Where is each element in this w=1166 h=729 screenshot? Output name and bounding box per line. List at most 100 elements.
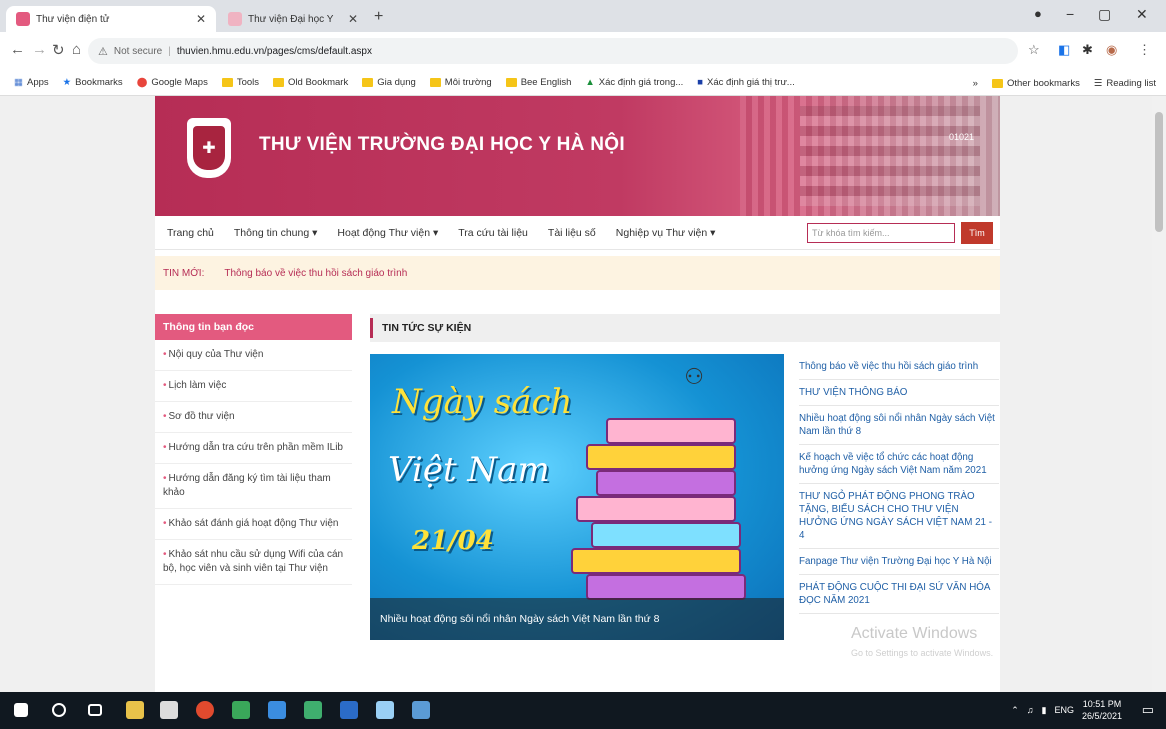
sidebar-item-khao-sat-wifi[interactable]: • Khảo sát nhu cầu sử dụng Wifi của cán b… <box>155 540 352 585</box>
news-item[interactable]: Thông báo về việc thu hồi sách giáo trìn… <box>799 354 999 380</box>
book <box>586 444 736 470</box>
news-item[interactable]: THƯ NGỎ PHÁT ĐỘNG PHONG TRÀO TẶNG, BIẾU … <box>799 484 999 549</box>
minimize-button[interactable]: − <box>1066 6 1074 22</box>
address-bar[interactable]: ⚠ Not secure | thuvien.hmu.edu.vn/pages/… <box>88 38 1018 64</box>
bookmark-xac-dinh-gia-thi-truong[interactable]: ■ Xác định giá thị trư... <box>697 77 794 88</box>
forward-arrow-icon[interactable]: → <box>32 41 47 58</box>
new-tab-button[interactable]: + <box>374 8 383 26</box>
bookmark-label: Google Maps <box>151 77 208 88</box>
clock[interactable]: 10:51 PM 26/5/2021 <box>1082 698 1122 722</box>
bookmark-gia-dung[interactable]: Gia dụng <box>362 77 416 88</box>
warning-icon[interactable]: ⚠ <box>98 45 108 58</box>
bookmark-moi-truong[interactable]: Môi trường <box>429 77 492 88</box>
book <box>571 548 741 574</box>
news-ticker-link[interactable]: Thông báo về việc thu hồi sách giáo trìn… <box>224 268 407 279</box>
avatar-icon[interactable]: ◉ <box>1106 42 1117 58</box>
tab-library-ebook[interactable]: Thư viện điện tử ✕ <box>6 6 216 32</box>
sidebar-item-khao-sat-hoat-dong[interactable]: • Khảo sát đánh giá hoạt động Thư viện <box>155 509 352 540</box>
notification-icon[interactable]: ▭ <box>1142 702 1154 718</box>
close-window-button[interactable]: ✕ <box>1136 6 1148 23</box>
back-arrow-icon[interactable]: ← <box>10 41 25 58</box>
separator: | <box>168 45 171 57</box>
nav-thong-tin-chung[interactable]: Thông tin chung ▾ <box>234 227 318 239</box>
banner-title-line1: Ngày sách <box>392 382 573 422</box>
site-title[interactable]: THƯ VIỆN TRƯỜNG ĐẠI HỌC Y HÀ NỘI <box>259 134 625 156</box>
network-icon[interactable]: ▮ <box>1041 705 1046 716</box>
bookmark-google-maps[interactable]: ⬤ Google Maps <box>137 77 208 88</box>
folder-icon <box>991 78 1003 88</box>
search-icon[interactable] <box>52 703 66 717</box>
reading-list[interactable]: ☰ Reading list <box>1094 78 1156 89</box>
more-bookmarks-icon[interactable]: » <box>973 78 978 89</box>
nav-trang-chu[interactable]: Trang chủ <box>167 227 214 239</box>
main-nav: Trang chủ Thông tin chung ▾ Hoạt động Th… <box>155 216 1000 250</box>
news-item[interactable]: PHÁT ĐỘNG CUỘC THI ĐẠI SỨ VĂN HÓA ĐỌC NĂ… <box>799 575 999 614</box>
clock-time: 10:51 PM <box>1082 699 1122 709</box>
app-icon[interactable] <box>340 701 358 719</box>
close-tab-icon[interactable]: ✕ <box>196 12 206 26</box>
nav-hoat-dong-thu-vien[interactable]: Hoạt động Thư viện ▾ <box>337 227 438 239</box>
folder-icon <box>505 78 517 87</box>
maximize-button[interactable]: ▢ <box>1098 6 1111 23</box>
app-icon[interactable] <box>376 701 394 719</box>
map-pin-icon: ⬤ <box>136 77 148 88</box>
bullet-icon: • <box>163 473 167 484</box>
menu-icon[interactable]: ⋮ <box>1138 42 1151 58</box>
bookmarks-bar: ▦ Apps ★ Bookmarks ⬤ Google Maps Tools Old … <box>0 70 1166 96</box>
home-icon[interactable]: ⌂ <box>72 41 81 58</box>
tab-library-hmu[interactable]: Thư viện Đại học Y ✕ <box>218 6 368 32</box>
app-icon[interactable] <box>304 701 322 719</box>
bookmark-xac-dinh-gia-trong[interactable]: ▲ Xác định giá trong... <box>585 77 683 88</box>
nav-tai-lieu-so[interactable]: Tài liệu số <box>548 227 596 239</box>
task-view-icon[interactable] <box>88 704 102 716</box>
bookmark-label: Other bookmarks <box>1006 77 1080 89</box>
sidebar-item-dang-ky-tim-tai-lieu[interactable]: • Hướng dẫn đăng ký tìm tài liệu tham khả… <box>155 464 352 509</box>
scrollbar-thumb[interactable] <box>1155 112 1163 232</box>
nav-tra-cuu-tai-lieu[interactable]: Tra cứu tài liệu <box>458 227 528 239</box>
app-icon[interactable] <box>232 701 250 719</box>
speaker-icon[interactable]: ♫ <box>1027 705 1034 715</box>
star-icon[interactable]: ☆ <box>1028 42 1040 58</box>
featured-news-banner[interactable]: Ngày sách Việt Nam 21/04 ⚇ Nhiều hoạt độ… <box>370 354 784 640</box>
sidebar-heading: Thông tin bạn đọc <box>155 314 352 340</box>
bookmarks-right: » Other bookmarks ☰ Reading list <box>973 70 1156 95</box>
search-input[interactable]: Từ khóa tìm kiếm... <box>807 223 955 243</box>
activation-watermark: Activate Windows <box>851 625 978 642</box>
bookmark-tools[interactable]: Tools <box>221 77 259 88</box>
system-tray: ⌃ ♫ ▮ ENG 10:51 PM 26/5/2021 <box>1011 698 1122 722</box>
chrome-icon[interactable] <box>196 701 214 719</box>
bookmark-old-bookmark[interactable]: Old Bookmark <box>273 77 348 88</box>
puzzle-icon[interactable]: ✱ <box>1082 42 1093 58</box>
mail-icon[interactable] <box>160 701 178 719</box>
sidebar-item-so-do[interactable]: • Sơ đồ thư viện <box>155 402 352 433</box>
app-icon[interactable] <box>412 701 430 719</box>
search-button[interactable]: Tìm <box>961 222 993 244</box>
banner-caption[interactable]: Nhiều hoạt động sôi nổi nhân Ngày sách V… <box>370 598 784 640</box>
sidebar-item-lich-lam-viec[interactable]: • Lịch làm việc <box>155 371 352 402</box>
sidebar-item-huong-dan-tra-cuu[interactable]: • Hướng dẫn tra cứu trên phần mềm ILib <box>155 433 352 464</box>
lang-indicator[interactable]: ENG <box>1054 705 1074 715</box>
close-tab-icon[interactable]: ✕ <box>348 12 358 26</box>
extension-icon[interactable]: ◧ <box>1058 42 1070 58</box>
bookmark-bookmarks[interactable]: ★ Bookmarks <box>63 77 123 88</box>
bookmark-apps[interactable]: ▦ Apps <box>14 77 49 88</box>
university-logo[interactable]: ✚ <box>187 118 231 178</box>
windows-start-icon[interactable] <box>14 703 28 717</box>
favicon-icon <box>228 12 242 26</box>
news-list: Thông báo về việc thu hồi sách giáo trìn… <box>799 354 999 614</box>
news-item[interactable]: Kế hoạch về việc tổ chức các hoạt động h… <box>799 445 999 484</box>
reload-icon[interactable]: ↻ <box>52 41 65 59</box>
sidebar-item-noi-quy[interactable]: • Nội quy của Thư viện <box>155 340 352 371</box>
bookmark-bee-english[interactable]: Bee English <box>505 77 571 88</box>
app-icon[interactable] <box>268 701 286 719</box>
other-bookmarks[interactable]: Other bookmarks <box>991 77 1080 89</box>
profile-icon[interactable]: ● <box>1034 6 1042 21</box>
news-item[interactable]: THƯ VIỆN THÔNG BÁO <box>799 380 999 406</box>
bookmark-label: Môi trường <box>444 77 492 88</box>
file-explorer-icon[interactable] <box>126 701 144 719</box>
news-item[interactable]: Fanpage Thư viện Trường Đại học Y Hà Nội <box>799 549 999 575</box>
bookmark-label: Xác định giá trong... <box>598 77 684 88</box>
chevron-up-icon[interactable]: ⌃ <box>1011 705 1019 716</box>
nav-nghiep-vu-thu-vien[interactable]: Nghiệp vụ Thư viện ▾ <box>616 227 716 239</box>
news-item[interactable]: Nhiều hoạt động sôi nổi nhân Ngày sách V… <box>799 406 999 445</box>
